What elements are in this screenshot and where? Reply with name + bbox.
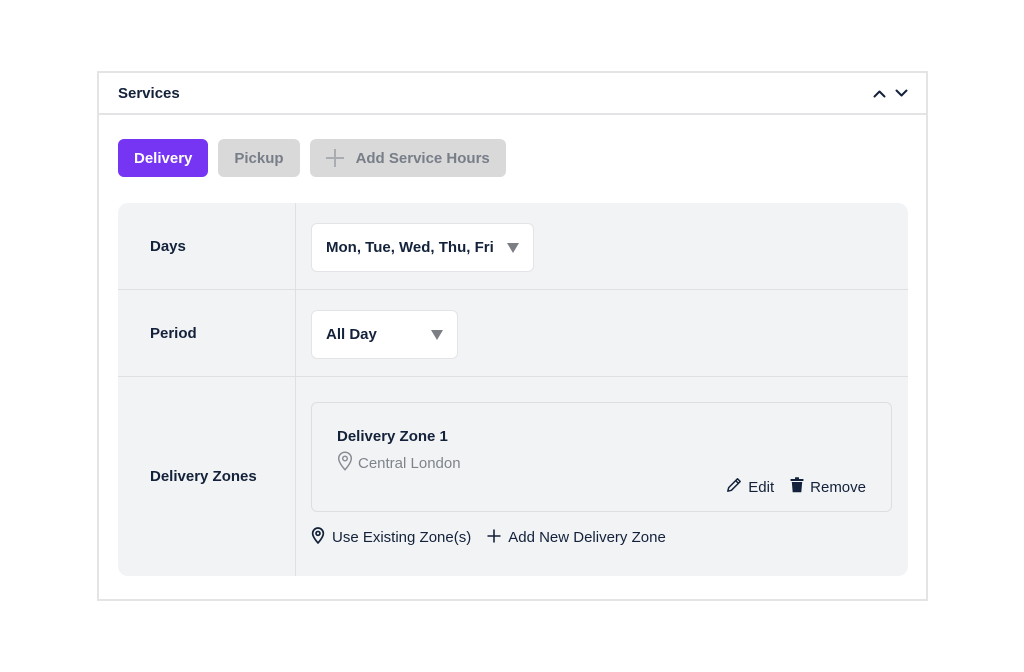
period-row: Period All Day xyxy=(118,290,908,377)
pencil-icon xyxy=(726,477,742,497)
period-selected-value: All Day xyxy=(326,326,377,343)
period-value-cell: All Day xyxy=(296,290,908,376)
period-select[interactable]: All Day xyxy=(311,310,458,359)
caret-down-icon xyxy=(507,242,519,253)
chevron-up-icon[interactable] xyxy=(872,86,886,100)
zone-links: Use Existing Zone(s) Add New Delivery Zo… xyxy=(311,527,666,548)
remove-zone-button[interactable]: Remove xyxy=(790,477,866,497)
services-card: Services Delivery Pickup Add Service Hou… xyxy=(97,71,928,601)
service-tabs: Delivery Pickup Add Service Hours xyxy=(118,139,506,177)
card-header: Services xyxy=(99,73,926,115)
edit-zone-button[interactable]: Edit xyxy=(726,477,774,497)
button-label: Add Service Hours xyxy=(355,149,490,167)
days-label: Days xyxy=(118,203,296,289)
tab-label: Pickup xyxy=(234,149,284,167)
delivery-zones-label: Delivery Zones xyxy=(118,377,296,576)
chevron-down-icon[interactable] xyxy=(894,86,908,100)
add-new-delivery-zone-label: Add New Delivery Zone xyxy=(508,529,666,546)
zone-actions: Edit Remove xyxy=(726,477,866,497)
edit-label: Edit xyxy=(748,478,775,496)
card-title: Services xyxy=(118,84,180,102)
trash-icon xyxy=(790,477,804,497)
delivery-zones-row: Delivery Zones Delivery Zone 1 Central L… xyxy=(118,377,908,576)
days-row: Days Mon, Tue, Wed, Thu, Fri xyxy=(118,203,908,290)
tab-label: Delivery xyxy=(134,149,193,167)
caret-down-icon xyxy=(431,329,443,340)
plus-icon xyxy=(325,149,344,167)
days-select[interactable]: Mon, Tue, Wed, Thu, Fri xyxy=(311,223,534,272)
period-label: Period xyxy=(118,290,296,376)
use-existing-zones-label: Use Existing Zone(s) xyxy=(332,529,472,546)
zone-location-text: Central London xyxy=(358,454,461,472)
days-selected-value: Mon, Tue, Wed, Thu, Fri xyxy=(326,239,494,256)
days-value-cell: Mon, Tue, Wed, Thu, Fri xyxy=(296,203,908,289)
add-new-delivery-zone-link[interactable]: Add New Delivery Zone xyxy=(487,527,666,548)
tab-pickup[interactable]: Pickup xyxy=(218,139,300,177)
collapse-controls xyxy=(872,86,908,100)
remove-label: Remove xyxy=(810,478,866,496)
add-service-hours-button[interactable]: Add Service Hours xyxy=(309,139,506,177)
plus-icon xyxy=(487,529,501,547)
delivery-zone-card: Delivery Zone 1 Central London Edit Remo… xyxy=(311,402,892,512)
service-settings-table: Days Mon, Tue, Wed, Thu, Fri Period All … xyxy=(118,203,908,576)
zone-name: Delivery Zone 1 xyxy=(337,428,448,445)
use-existing-zones-link[interactable]: Use Existing Zone(s) xyxy=(311,527,471,548)
map-pin-icon xyxy=(311,527,325,548)
tab-delivery[interactable]: Delivery xyxy=(118,139,209,177)
zone-location: Central London xyxy=(337,451,461,475)
map-pin-icon xyxy=(337,451,353,475)
delivery-zones-value-cell: Delivery Zone 1 Central London Edit Remo… xyxy=(296,377,908,576)
